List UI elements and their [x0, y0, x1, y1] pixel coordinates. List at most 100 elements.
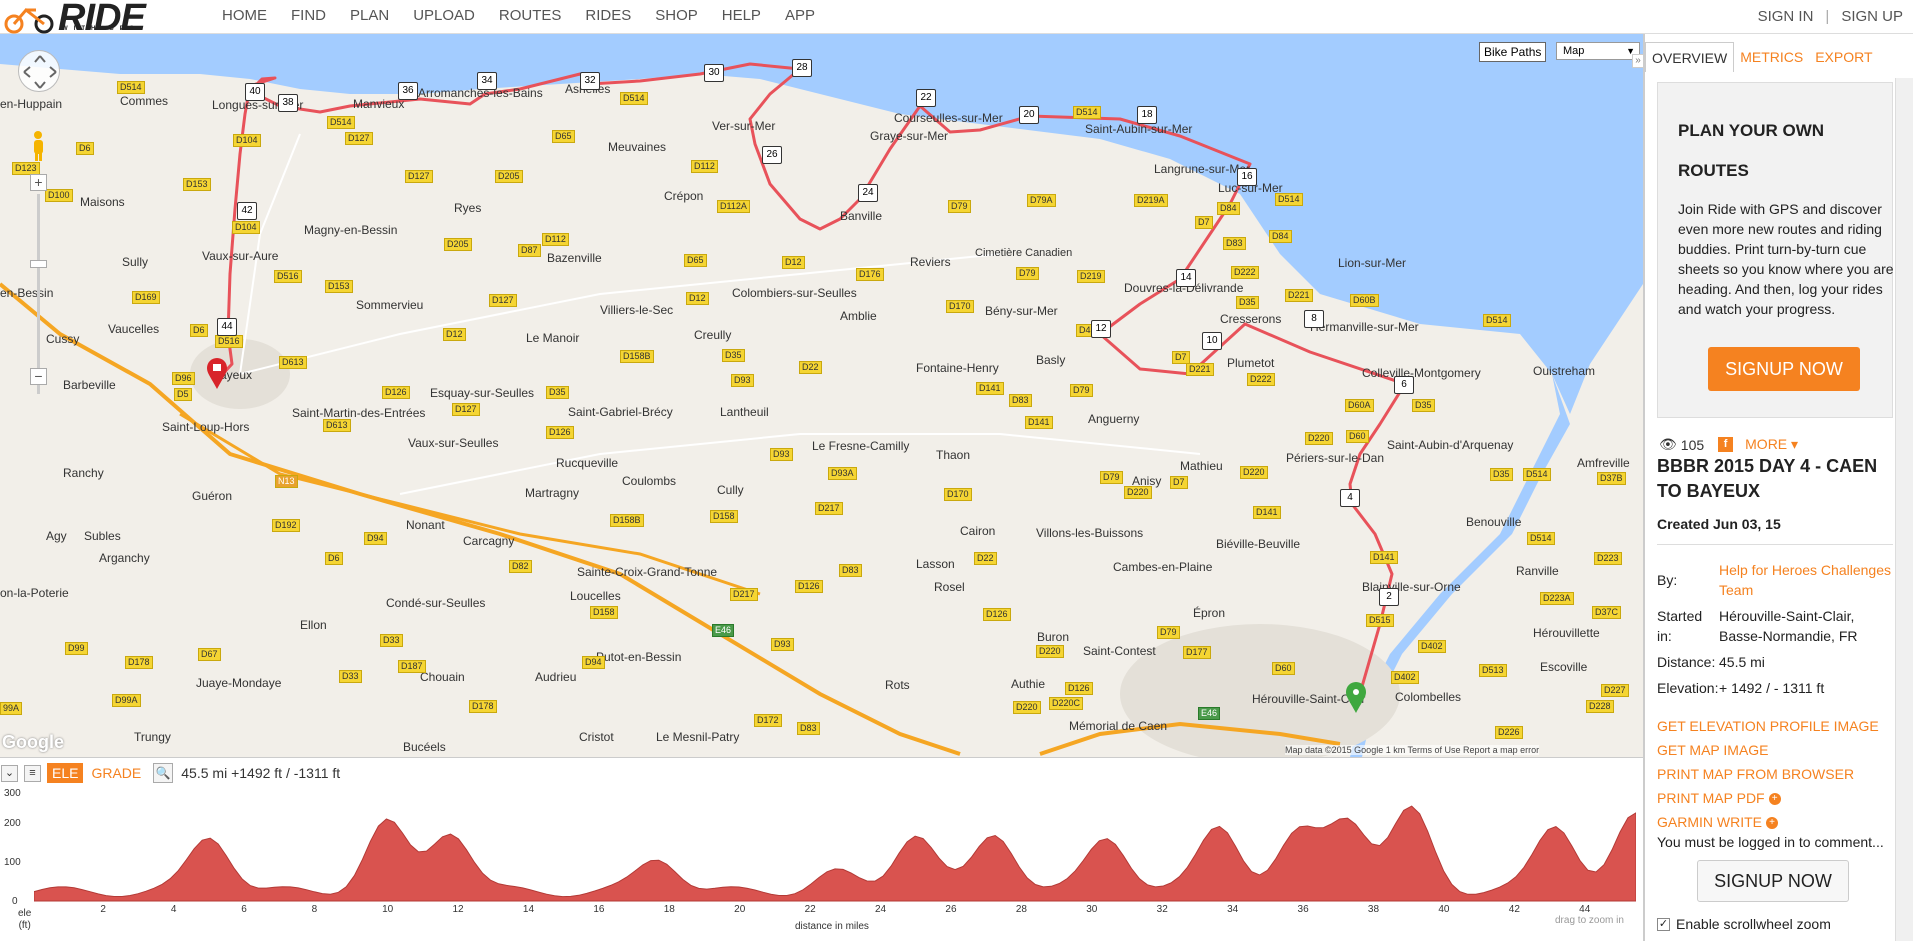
sign-up-link[interactable]: SIGN UP [1841, 8, 1903, 25]
grade-tab[interactable]: GRADE [83, 765, 149, 781]
nav-plan[interactable]: PLAN [338, 0, 401, 32]
nav-routes[interactable]: ROUTES [487, 0, 574, 32]
scrollwheel-zoom-label: Enable scrollwheel zoom [1676, 916, 1831, 932]
more-dropdown[interactable]: MORE ▾ [1745, 436, 1798, 453]
print-map-pdf-link[interactable]: PRINT MAP PDF + [1657, 786, 1879, 810]
nav-home[interactable]: HOME [210, 0, 279, 32]
sign-in-link[interactable]: SIGN IN [1758, 8, 1814, 25]
nav-help[interactable]: HELP [710, 0, 773, 32]
place-label: Hérouvillette [1533, 626, 1600, 640]
route-marker[interactable]: 6 [1394, 376, 1414, 394]
route-marker[interactable]: 26 [762, 146, 782, 164]
end-pin-icon[interactable] [206, 358, 228, 390]
bike-paths-toggle[interactable]: Bike Paths [1479, 42, 1547, 62]
route-title: BBBR 2015 DAY 4 - CAEN TO BAYEUX [1657, 456, 1878, 501]
place-label: Banville [840, 209, 883, 223]
route-marker[interactable]: 8 [1304, 310, 1324, 328]
road-shield: D82 [509, 560, 532, 573]
tab-metrics[interactable]: METRICS [1734, 42, 1809, 72]
route-marker[interactable]: 4 [1340, 489, 1360, 507]
road-shield: D79A [1027, 194, 1056, 207]
road-shield: D93 [731, 374, 754, 387]
road-shield: D5 [174, 388, 192, 401]
place-label: Rosel [934, 580, 965, 594]
x-tick: 28 [1015, 904, 1027, 915]
collapse-sidebar-icon[interactable]: » [1632, 54, 1643, 68]
ele-tab[interactable]: ELE [47, 763, 84, 783]
road-shield: D514 [620, 92, 648, 105]
place-label: Trungy [134, 730, 171, 744]
route-marker[interactable]: 28 [792, 59, 812, 77]
route-marker[interactable]: 16 [1237, 168, 1257, 186]
route-marker[interactable]: 42 [237, 202, 257, 220]
route-marker[interactable]: 14 [1176, 269, 1196, 287]
route-marker[interactable]: 18 [1137, 106, 1157, 124]
route-marker[interactable]: 30 [704, 64, 724, 82]
route-marker[interactable]: 12 [1091, 320, 1111, 338]
place-label: en-Bessin [0, 286, 54, 300]
facebook-icon[interactable]: f [1718, 437, 1734, 452]
route-marker[interactable]: 34 [477, 72, 497, 90]
route-marker[interactable]: 22 [916, 89, 936, 107]
route-marker[interactable]: 10 [1202, 332, 1222, 350]
road-shield: D79 [1016, 267, 1039, 280]
route-marker[interactable]: 24 [858, 184, 878, 202]
place-label: Amfreville [1577, 456, 1630, 470]
distance-value: 45.5 mi [1719, 654, 1765, 670]
nav-app[interactable]: APP [773, 0, 827, 32]
route-marker[interactable]: 44 [217, 318, 237, 336]
route-marker[interactable]: 36 [398, 82, 418, 100]
nav-find[interactable]: FIND [279, 0, 338, 32]
x-tick: 2 [100, 904, 106, 915]
place-label: Lion-sur-Mer [1338, 256, 1407, 270]
road-shield: D158 [590, 606, 618, 619]
scrollwheel-zoom-option[interactable]: ✓ Enable scrollwheel zoom [1657, 916, 1831, 932]
signup-now-button-secondary[interactable]: SIGNUP NOW [1697, 860, 1849, 902]
get-map-image-link[interactable]: GET MAP IMAGE [1657, 738, 1879, 762]
x-tick: 38 [1367, 904, 1380, 915]
nav-rides[interactable]: RIDES [573, 0, 643, 32]
sidebar-scrollbar[interactable] [1895, 78, 1913, 941]
route-marker[interactable]: 20 [1019, 106, 1039, 124]
tab-overview[interactable]: OVERVIEW [1645, 42, 1735, 72]
place-label: Graye-sur-Mer [870, 129, 949, 143]
road-shield: D219 [1077, 270, 1105, 283]
signup-now-button[interactable]: SIGNUP NOW [1708, 347, 1860, 391]
route-marker[interactable]: 2 [1379, 588, 1399, 606]
x-tick: 30 [1086, 904, 1098, 915]
route-marker[interactable]: 32 [580, 72, 600, 90]
route-marker[interactable]: 40 [245, 83, 265, 101]
route-marker[interactable]: 38 [278, 94, 298, 112]
road-shield: D7 [1195, 216, 1213, 229]
street-view-pegman-icon[interactable] [30, 130, 47, 162]
start-pin-icon[interactable] [1345, 682, 1367, 714]
menu-icon[interactable]: ≡ [24, 764, 41, 782]
place-label: Manvieux [353, 97, 405, 111]
nav-upload[interactable]: UPLOAD [401, 0, 487, 32]
author-link[interactable]: Help for Heroes Challenges Team [1719, 560, 1897, 600]
zoom-in-button[interactable]: + [30, 174, 47, 191]
place-label: Blainville-sur-Orne [1362, 580, 1461, 594]
map-attribution[interactable]: Map data ©2015 Google 1 km Terms of Use … [1285, 745, 1540, 755]
print-map-browser-link[interactable]: PRINT MAP FROM BROWSER [1657, 762, 1879, 786]
place-label: Cresserons [1220, 312, 1282, 326]
place-label: Vaux-sur-Seulles [408, 436, 499, 450]
place-label: Sainte-Croix-Grand-Tonne [577, 565, 718, 579]
map-type-value: Map [1563, 45, 1585, 57]
route-map[interactable]: Longues-sur-Mer Commes Manvieux Arromanc… [0, 34, 1643, 757]
pan-control[interactable] [18, 50, 60, 92]
zoom-slider-track[interactable] [37, 194, 40, 394]
get-elevation-image-link[interactable]: GET ELEVATION PROFILE IMAGE [1657, 714, 1879, 738]
collapse-chevron-icon[interactable]: ⌄ [1, 764, 18, 782]
nav-shop[interactable]: SHOP [643, 0, 710, 32]
road-shield: D6 [325, 552, 343, 565]
magnifier-icon[interactable]: 🔍 [153, 763, 174, 783]
garmin-write-link[interactable]: GARMIN WRITE + [1657, 810, 1879, 834]
tab-export[interactable]: EXPORT [1809, 42, 1878, 72]
elevation-chart[interactable] [34, 788, 1636, 902]
zoom-out-button[interactable]: − [30, 368, 47, 385]
zoom-slider-handle[interactable] [30, 260, 47, 268]
map-type-select[interactable]: Map ▼ [1556, 42, 1640, 60]
ride-with-gps-logo[interactable]: RIDE WITH GPS [0, 0, 180, 39]
scrollwheel-zoom-checkbox[interactable]: ✓ [1657, 917, 1670, 931]
